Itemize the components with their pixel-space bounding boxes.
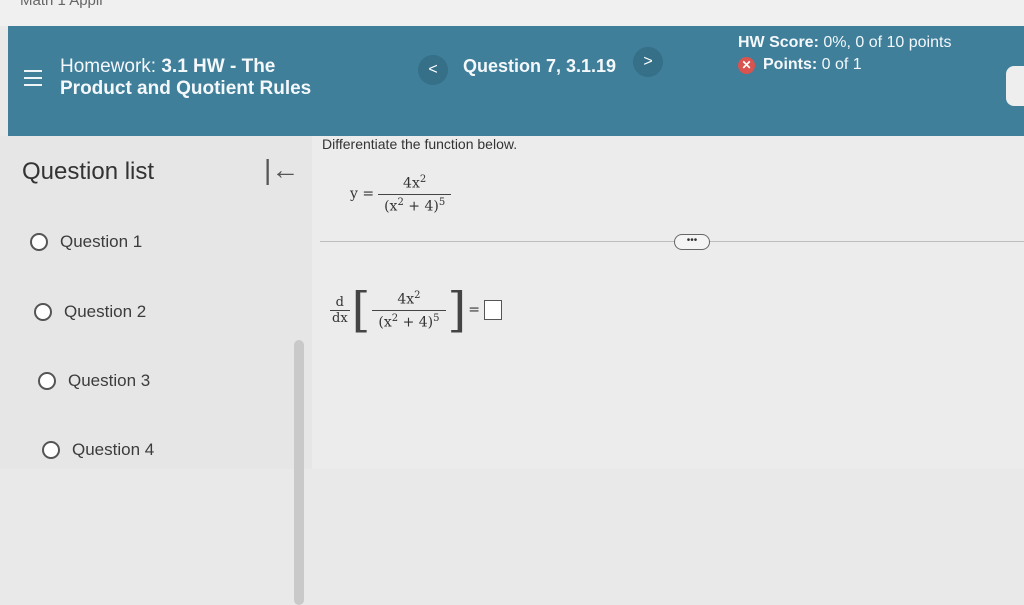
homework-title: Homework: 3.1 HW - The Product and Quoti… bbox=[60, 56, 311, 100]
numerator-exponent: 2 bbox=[414, 289, 421, 301]
derivative-answer-equation: d dx [ 4x2 (x2 + 4)5 ] = bbox=[330, 286, 502, 334]
radio-icon bbox=[38, 372, 56, 390]
hw-score-label: HW Score: bbox=[738, 34, 819, 51]
denominator-rest: + 4) bbox=[403, 198, 439, 215]
answer-input[interactable] bbox=[483, 300, 502, 320]
derivative-fraction: 4x2 (x2 + 4)5 bbox=[372, 289, 446, 331]
homework-name-line1: 3.1 HW - The bbox=[161, 56, 276, 77]
menu-icon[interactable] bbox=[24, 70, 42, 86]
question-list-item[interactable]: Question 4 bbox=[42, 440, 154, 460]
denominator-base: (x bbox=[384, 198, 398, 215]
incorrect-x-icon: ✕ bbox=[738, 56, 755, 74]
hw-score-value: 0%, 0 of 10 points bbox=[823, 34, 952, 51]
question-list-item[interactable]: Question 3 bbox=[38, 371, 150, 391]
d-label: d bbox=[335, 294, 344, 310]
course-title-crumb: Math 1 Appli bbox=[20, 0, 103, 9]
question-content: Differentiate the function below. y = 4x… bbox=[312, 136, 1024, 469]
question-list-item[interactable]: Question 1 bbox=[30, 232, 142, 252]
previous-question-button[interactable]: < bbox=[418, 55, 448, 85]
y-equals-label: y = bbox=[350, 186, 375, 203]
equals-sign: = bbox=[468, 302, 480, 318]
function-definition: y = 4x2 (x2 + 4)5 bbox=[350, 174, 452, 215]
denominator-rest: + 4) bbox=[398, 314, 434, 331]
numerator-base: 4x bbox=[403, 175, 420, 192]
d-dx-operator: d dx bbox=[330, 295, 350, 326]
question-list-title: Question list bbox=[22, 158, 155, 185]
numerator-exponent: 2 bbox=[419, 174, 427, 185]
question-title: Question 7, 3.1.19 bbox=[463, 56, 617, 76]
top-strip: Math 1 Appli bbox=[0, 0, 1024, 26]
question-label: Question 2 bbox=[64, 302, 147, 321]
question-list-panel: Question list |← Question 1 Question 2 Q… bbox=[0, 136, 312, 605]
side-panel-tab[interactable] bbox=[1006, 66, 1024, 106]
denominator-exponent: 5 bbox=[438, 196, 446, 208]
score-panel: HW Score: 0%, 0 of 10 points ✕ Points: 0… bbox=[738, 32, 951, 76]
question-list-scrollbar[interactable] bbox=[294, 340, 304, 605]
question-prompt: Differentiate the function below. bbox=[322, 136, 518, 152]
denominator-base: (x bbox=[378, 314, 392, 331]
points-label: Points: bbox=[763, 56, 818, 73]
question-label: Question 4 bbox=[72, 440, 155, 459]
homework-name-line2: Product and Quotient Rules bbox=[60, 78, 312, 99]
radio-icon bbox=[42, 441, 60, 459]
section-divider bbox=[320, 241, 1024, 242]
numerator-base: 4x bbox=[397, 291, 415, 308]
points-value: 0 of 1 bbox=[821, 56, 862, 73]
right-bracket: ] bbox=[447, 282, 467, 338]
collapse-panel-icon[interactable]: |← bbox=[264, 154, 299, 186]
more-options-button[interactable]: ••• bbox=[674, 234, 710, 250]
denominator-exponent: 5 bbox=[433, 312, 440, 324]
question-label: Question 1 bbox=[60, 232, 143, 251]
next-question-button[interactable]: > bbox=[633, 47, 663, 77]
left-bracket: [ bbox=[351, 282, 371, 338]
radio-icon bbox=[34, 303, 52, 321]
question-label: Question 3 bbox=[68, 371, 151, 390]
radio-icon bbox=[30, 233, 48, 251]
question-list-item[interactable]: Question 2 bbox=[34, 302, 146, 322]
dx-label: dx bbox=[330, 309, 350, 326]
function-fraction: 4x2 (x2 + 4)5 bbox=[378, 174, 452, 215]
homework-header: Homework: 3.1 HW - The Product and Quoti… bbox=[8, 26, 1024, 136]
homework-prefix: Homework: bbox=[60, 56, 157, 77]
